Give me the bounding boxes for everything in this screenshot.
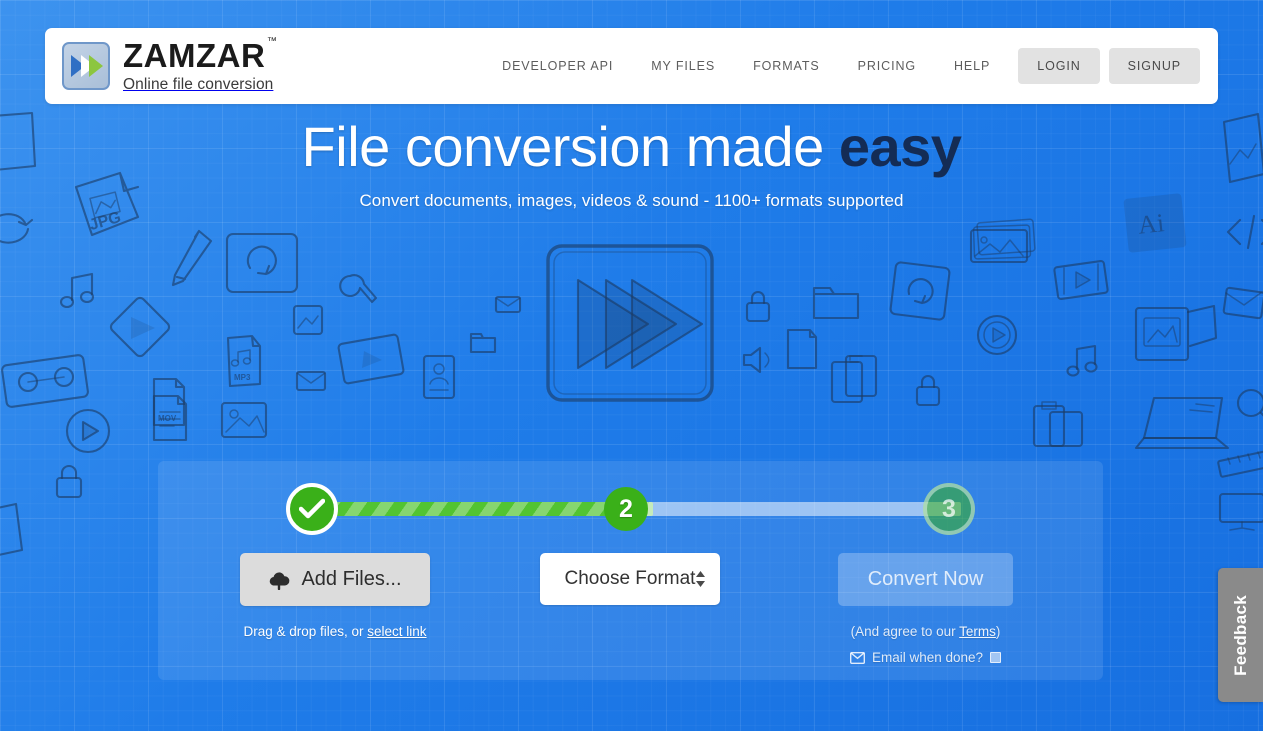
- doodle-lock-icon: [745, 290, 771, 323]
- terms-agreement: (And agree to our Terms): [788, 624, 1063, 639]
- svg-text:JPG: JPG: [87, 209, 122, 234]
- doodle-photo-out-icon: [1134, 304, 1218, 362]
- headline-plain: File conversion made: [301, 115, 839, 178]
- doodle-presentation-icon: [1218, 492, 1263, 531]
- doodle-tape-icon: [1, 354, 89, 408]
- doodle-photo-stack-icon: [969, 218, 1036, 264]
- format-select-value: Choose Format: [564, 568, 696, 589]
- progress-bar-remaining: [645, 502, 961, 516]
- doodle-film-icon: [1053, 260, 1109, 300]
- doodle-ruler-icon: [1217, 450, 1263, 478]
- step-indicator-1-complete[interactable]: [286, 483, 338, 535]
- email-when-done-label: Email when done?: [871, 650, 984, 665]
- doodle-mov-file-icon: MOV: [152, 377, 186, 427]
- feedback-tab[interactable]: Feedback: [1218, 568, 1263, 702]
- doodle-code-icon: [1226, 214, 1263, 250]
- terms-link[interactable]: Terms: [959, 624, 996, 639]
- terms-prefix: (And agree to our: [850, 624, 960, 639]
- svg-text:Ai: Ai: [1137, 208, 1166, 240]
- add-files-label: Add Files...: [301, 568, 402, 590]
- hero-subtitle: Convert documents, images, videos & soun…: [359, 190, 904, 210]
- nav-formats[interactable]: FORMATS: [734, 59, 838, 73]
- nav-help[interactable]: HELP: [935, 59, 1009, 73]
- doodle-monitor-icon: [337, 333, 405, 385]
- step-indicator-2-active[interactable]: 2: [604, 487, 648, 531]
- drag-drop-hint-text: Drag & drop files, or: [243, 624, 368, 639]
- conversion-widget: 2 3 Add Files... Drag & drop files, or s…: [158, 461, 1103, 680]
- updown-arrows-icon: [695, 570, 706, 588]
- signup-button[interactable]: SIGNUP: [1108, 48, 1200, 84]
- cloud-upload-icon: [268, 570, 290, 590]
- headline-emphasis: easy: [838, 115, 962, 178]
- doodle-play-circle-left-icon: [65, 408, 111, 454]
- doodle-document-blank-icon: [786, 328, 818, 370]
- hero-section: File conversion made easy Convert docume…: [0, 115, 1263, 211]
- doodle-picture-frame-icon: [292, 304, 324, 336]
- feedback-label: Feedback: [1230, 594, 1250, 676]
- doodle-center-play-icon: [546, 244, 714, 402]
- add-files-button[interactable]: Add Files...: [240, 553, 430, 606]
- site-logo[interactable]: ZAMZAR ™ Online file conversion: [62, 36, 277, 94]
- doodle-image-left-icon: [220, 401, 268, 439]
- page-title: File conversion made easy: [0, 115, 1263, 178]
- doodle-search-icon: [1236, 388, 1263, 418]
- doodle-resume-icon: [422, 354, 456, 400]
- step-2-column: Choose Format: [485, 553, 775, 605]
- logo-tagline: Online file conversion: [123, 75, 274, 93]
- logo-trademark: ™: [266, 35, 278, 47]
- nav-developer-api[interactable]: DEVELOPER API: [483, 59, 632, 73]
- nav-my-files[interactable]: MY FILES: [632, 59, 734, 73]
- doodle-document-left-icon: [152, 394, 188, 442]
- select-link[interactable]: select link: [367, 624, 426, 639]
- check-icon: [299, 498, 325, 519]
- doodle-copy-files-icon: [830, 354, 878, 404]
- format-select[interactable]: Choose Format: [540, 553, 720, 605]
- doodle-music-note2-icon: [1066, 344, 1098, 377]
- progress-bar-complete: [313, 502, 653, 516]
- doodle-play-triangle-icon: [109, 296, 171, 358]
- doodle-refresh-circle-icon: [889, 261, 951, 321]
- nav-pricing[interactable]: PRICING: [839, 59, 935, 73]
- doodle-play-circle-icon: [976, 314, 1018, 356]
- doodle-corner-left-icon: [0, 502, 24, 556]
- envelope-icon: [849, 651, 865, 664]
- email-when-done-checkbox[interactable]: [990, 652, 1002, 663]
- doodle-lock-left-icon: [55, 464, 83, 499]
- doodle-mp3-file-icon: MP3: [226, 334, 262, 388]
- svg-text:MOV: MOV: [158, 414, 177, 423]
- doodle-music-note-icon: [59, 272, 95, 309]
- site-header: ZAMZAR ™ Online file conversion DEVELOPER…: [45, 28, 1218, 104]
- doodle-refresh-screen-icon: [225, 232, 299, 294]
- step-1-column: Add Files... Drag & drop files, or selec…: [198, 553, 472, 639]
- doodle-envelope-small-icon: [494, 295, 522, 314]
- main-navigation: DEVELOPER API MY FILES FORMATS PRICING H…: [483, 48, 1200, 84]
- doodle-pencil-icon: [171, 229, 213, 287]
- doodle-lock2-icon: [915, 374, 941, 407]
- svg-text:MP3: MP3: [234, 373, 251, 382]
- doodle-clipboard-icon: [1032, 401, 1084, 448]
- step-indicator-3-pending[interactable]: 3: [923, 483, 975, 535]
- doodle-wrench-icon: [339, 274, 378, 304]
- progress-stepper: 2 3: [158, 461, 1103, 551]
- doodle-envelope-right-icon: [1222, 286, 1263, 320]
- doodle-folder-icon: [812, 286, 860, 320]
- terms-suffix: ): [995, 624, 1001, 639]
- doodle-folder-small-icon: [469, 332, 497, 354]
- drag-drop-hint: Drag & drop files, or select link: [198, 624, 472, 639]
- login-button[interactable]: LOGIN: [1018, 48, 1100, 84]
- step-3-column: Convert Now (And agree to our Terms) Ema…: [788, 553, 1063, 665]
- convert-now-button[interactable]: Convert Now: [837, 553, 1014, 606]
- doodle-speaker-icon: [742, 346, 770, 374]
- doodle-envelope-icon: [295, 370, 327, 392]
- zamzar-logo-mark-icon: [62, 42, 110, 90]
- logo-wordmark: ZAMZAR: [123, 36, 266, 74]
- doodle-laptop-icon: [1134, 396, 1230, 450]
- email-when-done-row: Email when done?: [788, 650, 1063, 665]
- page-root: JPG MP3 Ai MOV ZAMZAR ™ Online file conv…: [0, 0, 1263, 731]
